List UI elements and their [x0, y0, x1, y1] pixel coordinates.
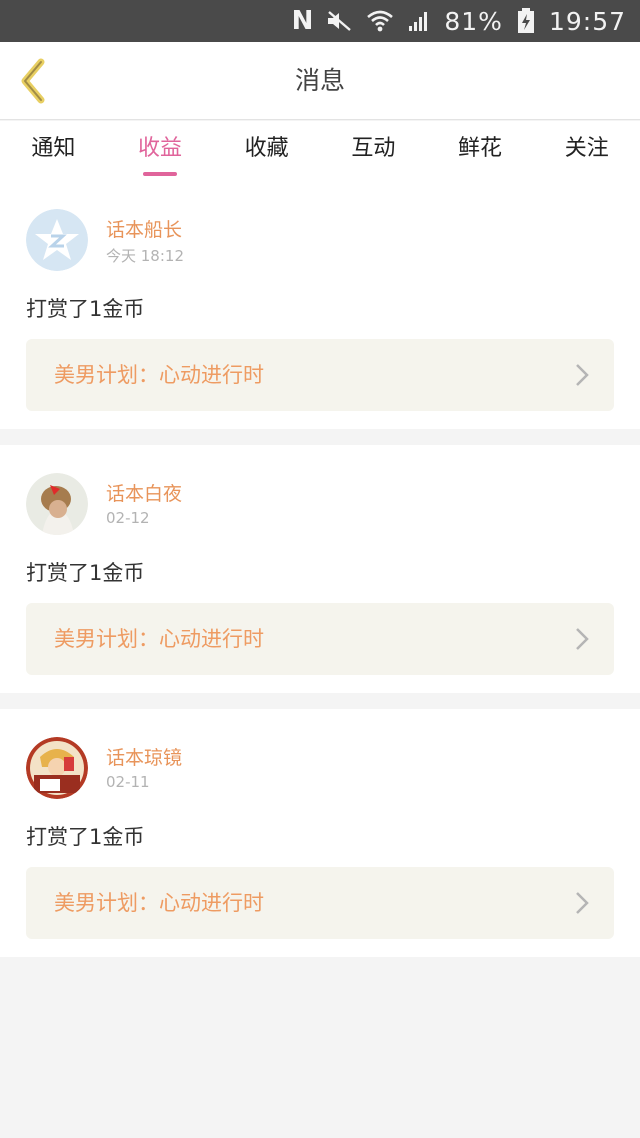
story-link[interactable]: 美男计划：心动进行时: [26, 867, 614, 939]
message-list: 话本船长 今天 18:12 打赏了1金币 美男计划：心动进行时 话本白夜 02-…: [0, 181, 640, 957]
avatar[interactable]: [26, 473, 88, 535]
status-bar: N 81% 19:57: [0, 0, 640, 42]
message-card: 话本白夜 02-12 打赏了1金币 美男计划：心动进行时: [0, 445, 640, 693]
chevron-right-icon: [576, 892, 589, 914]
wifi-icon: [366, 9, 394, 33]
message-text: 打赏了1金币: [26, 825, 145, 849]
message-card: 话本船长 今天 18:12 打赏了1金币 美男计划：心动进行时: [0, 181, 640, 429]
message-text: 打赏了1金币: [26, 561, 145, 585]
signal-icon: [408, 10, 430, 32]
timestamp: 今天 18:12: [106, 247, 184, 265]
tab-notifications[interactable]: 通知: [0, 121, 107, 181]
timestamp: 02-12: [106, 509, 150, 527]
story-link[interactable]: 美男计划：心动进行时: [26, 603, 614, 675]
message-card: 话本琼镜 02-11 打赏了1金币 美男计划：心动进行时: [0, 709, 640, 957]
battery-charging-icon: [517, 8, 535, 34]
chevron-right-icon: [576, 364, 589, 386]
avatar[interactable]: [26, 737, 88, 799]
story-title: 美男计划：心动进行时: [54, 891, 264, 915]
timestamp: 02-11: [106, 773, 150, 791]
message-text: 打赏了1金币: [26, 297, 145, 321]
tab-following[interactable]: 关注: [533, 121, 640, 181]
tab-earnings[interactable]: 收益: [107, 121, 214, 181]
username[interactable]: 话本白夜: [106, 479, 182, 506]
story-link[interactable]: 美男计划：心动进行时: [26, 339, 614, 411]
avatar[interactable]: [26, 209, 88, 271]
tab-interactions[interactable]: 互动: [320, 121, 427, 181]
username[interactable]: 话本船长: [106, 215, 182, 242]
username[interactable]: 话本琼镜: [106, 743, 182, 770]
app-header: 消息: [0, 42, 640, 120]
tab-bar: 通知 收益 收藏 互动 鲜花 关注: [0, 121, 640, 181]
clock: 19:57: [548, 6, 626, 36]
tab-favorites[interactable]: 收藏: [213, 121, 320, 181]
n-icon: N: [291, 6, 314, 36]
story-title: 美男计划：心动进行时: [54, 363, 264, 387]
page-title: 消息: [294, 66, 345, 95]
mute-icon: [326, 10, 352, 32]
story-title: 美男计划：心动进行时: [54, 627, 264, 651]
tab-flowers[interactable]: 鲜花: [427, 121, 534, 181]
battery-percent: 81%: [444, 6, 503, 36]
chevron-right-icon: [576, 628, 589, 650]
